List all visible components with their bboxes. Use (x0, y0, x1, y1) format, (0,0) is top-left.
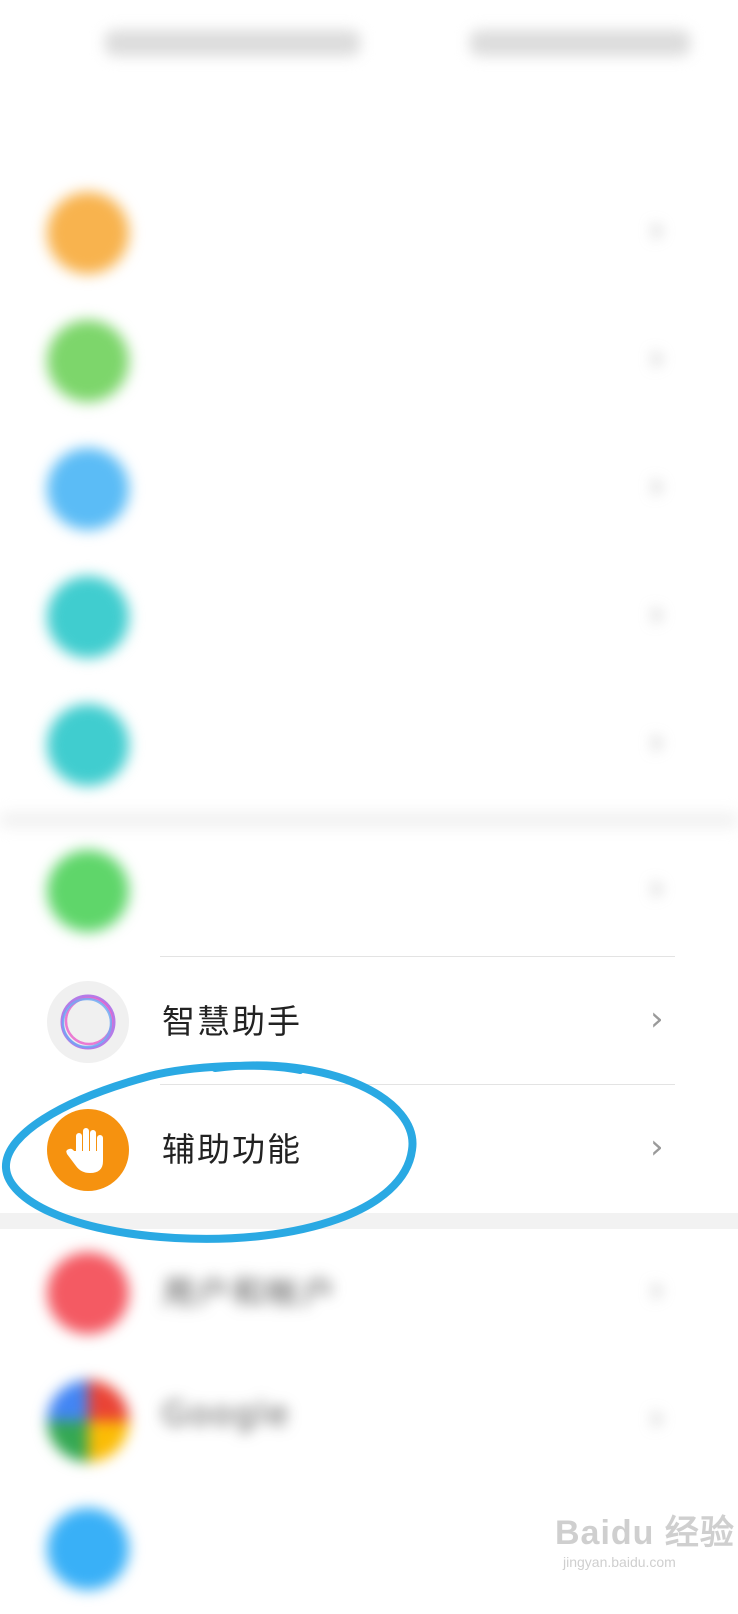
chevron-right-icon: › (650, 594, 664, 634)
setting-icon (47, 576, 129, 658)
user-icon (47, 1252, 129, 1334)
google-icon (47, 1380, 129, 1462)
chevron-right-icon: › (650, 722, 664, 762)
settings-row-6[interactable]: › (0, 826, 738, 956)
chevron-right-icon: › (650, 1270, 664, 1310)
settings-row-users-accounts[interactable]: 用户和帐户 › (0, 1228, 738, 1358)
settings-row-accessibility[interactable]: 辅助功能 › (0, 1085, 738, 1215)
settings-row-5[interactable]: › (0, 680, 738, 810)
setting-icon (47, 704, 129, 786)
watermark-url: jingyan.baidu.com (563, 1554, 676, 1570)
settings-row-label: 用户和帐户 (162, 1273, 337, 1312)
status-bar-right (470, 30, 690, 56)
hand-icon (47, 1109, 129, 1191)
chevron-right-icon: › (650, 466, 664, 506)
settings-row-2[interactable]: › (0, 296, 738, 426)
setting-icon (47, 192, 129, 274)
watermark-logo: Baidu 经验 (555, 1514, 735, 1552)
smart-assistant-ring-icon (47, 981, 129, 1063)
settings-row-google[interactable]: Google › (0, 1356, 738, 1486)
settings-row-label: 辅助功能 (162, 1130, 302, 1169)
watermark: Baidu 经验 jingyan.baidu.com (555, 1505, 735, 1570)
chevron-right-icon: › (650, 1127, 664, 1167)
section-gap (0, 1213, 738, 1229)
chevron-right-icon: › (650, 999, 664, 1039)
setting-icon (47, 320, 129, 402)
chevron-right-icon: › (650, 868, 664, 908)
chevron-right-icon: › (650, 210, 664, 250)
settings-row-label: Google (162, 1394, 291, 1433)
settings-row-smart-assistant[interactable]: 智慧助手 › (0, 957, 738, 1087)
status-bar-left (105, 30, 360, 56)
settings-row-label: 智慧助手 (162, 1002, 302, 1041)
settings-row-3[interactable]: › (0, 424, 738, 554)
setting-icon (47, 1508, 129, 1590)
settings-row-4[interactable]: › (0, 552, 738, 682)
settings-row-1[interactable]: › (0, 168, 738, 298)
setting-icon (47, 850, 129, 932)
chevron-right-icon: › (650, 1398, 664, 1438)
setting-icon (47, 448, 129, 530)
status-bar (0, 0, 738, 95)
chevron-right-icon: › (650, 338, 664, 378)
